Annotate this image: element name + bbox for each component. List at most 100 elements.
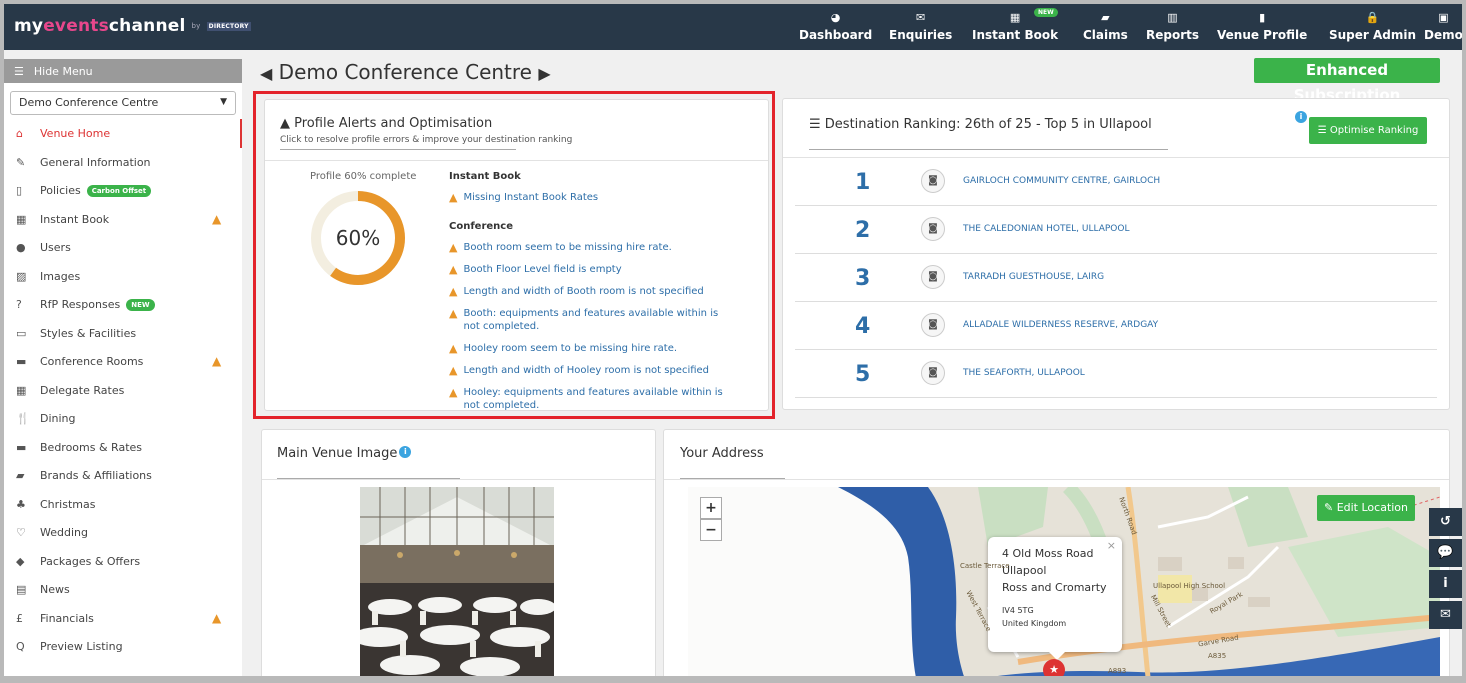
nav-claims[interactable]: ▰ Claims bbox=[1083, 4, 1128, 50]
cutlery-icon: 🍴 bbox=[16, 412, 30, 425]
pound-icon: £ bbox=[16, 611, 23, 625]
edit-location-button[interactable]: ✎ Edit Location bbox=[1317, 495, 1415, 521]
optimise-ranking-label: Optimise Ranking bbox=[1329, 125, 1419, 136]
sidebar-item-brands-affiliations[interactable]: ▰ Brands & Affiliations bbox=[4, 461, 242, 490]
venue-photo[interactable] bbox=[360, 487, 554, 676]
sidebar-item-preview-listing[interactable]: Q Preview Listing bbox=[4, 632, 242, 661]
alert-item[interactable]: ▲ Length and width of Booth room is not s… bbox=[449, 285, 749, 299]
map-marker-icon[interactable]: ★ bbox=[1043, 659, 1065, 676]
alert-item[interactable]: ▲ Booth: equipments and features availabl… bbox=[449, 307, 749, 333]
ranking-venue-link[interactable]: ALLADALE WILDERNESS RESERVE, ARDGAY bbox=[963, 320, 1158, 330]
sidebar-item-label: Dining bbox=[40, 412, 76, 425]
title-underline bbox=[809, 149, 1168, 150]
chevron-down-icon: ▼ bbox=[220, 97, 227, 107]
address-popup: × 4 Old Moss Road Ullapool Ross and Crom… bbox=[988, 537, 1122, 652]
sidebar-item-users[interactable]: ● Users bbox=[4, 233, 242, 262]
hide-menu-button[interactable]: ☰ Hide Menu bbox=[4, 59, 242, 83]
sidebar-item-venue-home[interactable]: ⌂ Venue Home bbox=[4, 119, 242, 148]
hide-menu-label: Hide Menu bbox=[33, 65, 93, 78]
sidebar-item-packages-offers[interactable]: ◆ Packages & Offers bbox=[4, 547, 242, 576]
sidebar-item-financials[interactable]: £ Financials ▲ bbox=[4, 604, 242, 633]
history-icon[interactable]: ↺ bbox=[1429, 508, 1462, 536]
nav-label: Instant Book bbox=[972, 28, 1059, 42]
alert-item[interactable]: ▲ Hooley: equipments and features availab… bbox=[449, 386, 749, 410]
main-venue-image-card: Main Venue Image i bbox=[261, 429, 656, 676]
sidebar-item-delegate-rates[interactable]: ▦ Delegate Rates bbox=[4, 376, 242, 405]
sidebar-item-policies[interactable]: ▯ Policies Carbon Offset bbox=[4, 176, 242, 205]
zoom-out-button[interactable]: − bbox=[700, 519, 722, 541]
nav-label: Super Admin bbox=[1329, 28, 1417, 42]
nav-reports[interactable]: ▥ Reports bbox=[1146, 4, 1199, 50]
divider bbox=[262, 479, 655, 480]
sidebar-item-bedrooms-rates[interactable]: ▬ Bedrooms & Rates bbox=[4, 433, 242, 462]
subscription-badge[interactable]: Enhanced Subscription bbox=[1254, 58, 1440, 104]
sidebar-item-dining[interactable]: 🍴 Dining bbox=[4, 404, 242, 433]
alert-item-text: Hooley room seem to be missing hire rate… bbox=[463, 343, 678, 354]
nav-label: Demo bbox=[1424, 28, 1462, 42]
sidebar-item-label: Instant Book bbox=[40, 212, 110, 226]
info-icon[interactable]: i bbox=[1429, 570, 1462, 598]
profile-alerts-card: ▲ Profile Alerts and Optimisation Click … bbox=[264, 99, 769, 411]
close-icon[interactable]: × bbox=[1107, 539, 1116, 552]
home-icon: ⌂ bbox=[16, 127, 23, 140]
logo-text-accent: events bbox=[43, 16, 109, 36]
address-title: Your Address bbox=[680, 446, 764, 461]
ranking-venue-link[interactable]: THE CALEDONIAN HOTEL, ULLAPOOL bbox=[963, 224, 1129, 234]
alert-item[interactable]: ▲ Hooley room seem to be missing hire rat… bbox=[449, 342, 749, 356]
info-icon[interactable]: i bbox=[399, 446, 412, 458]
location-map[interactable]: + − ✎ Edit Location × 4 Old Moss Road Ul… bbox=[688, 487, 1440, 676]
book-icon: ▰ bbox=[1101, 11, 1110, 24]
calendar-icon: ▦ bbox=[16, 212, 27, 226]
newspaper-icon: ▤ bbox=[16, 583, 27, 596]
alert-item[interactable]: ▲ Missing Instant Book Rates bbox=[449, 191, 749, 205]
sidebar-item-conference-rooms[interactable]: ▬ Conference Rooms ▲ bbox=[4, 347, 242, 376]
chat-icon[interactable]: 💬 bbox=[1429, 539, 1462, 567]
camera-icon: ◙ bbox=[921, 169, 945, 193]
mail-icon[interactable]: ✉ bbox=[1429, 601, 1462, 629]
app-logo[interactable]: myeventschannel by DIRECTORY bbox=[14, 16, 251, 36]
warning-icon: ▲ bbox=[449, 241, 458, 254]
nav-super-admin[interactable]: 🔒 Super Admin bbox=[1329, 4, 1416, 50]
alert-item[interactable]: ▲ Booth room seem to be missing hire rate… bbox=[449, 241, 749, 255]
sidebar-item-christmas[interactable]: ♣ Christmas bbox=[4, 490, 242, 519]
sidebar-item-images[interactable]: ▨ Images bbox=[4, 262, 242, 291]
sidebar-item-general-information[interactable]: ✎ General Information bbox=[4, 148, 242, 177]
zoom-in-button[interactable]: + bbox=[700, 497, 722, 519]
sidebar-pill: Carbon Offset bbox=[86, 185, 152, 197]
sidebar-item-wedding[interactable]: ♡ Wedding bbox=[4, 518, 242, 547]
profile-complete-label: Profile 60% complete bbox=[310, 171, 417, 182]
nav-demo[interactable]: ▣ Demo bbox=[1424, 4, 1462, 50]
ranking-venue-link[interactable]: THE SEAFORTH, ULLAPOOL bbox=[963, 368, 1085, 378]
arrow-right-circle-icon[interactable]: ▶ bbox=[538, 64, 550, 83]
sidebar-item-styles-facilities[interactable]: ▭ Styles & Facilities bbox=[4, 319, 242, 348]
nav-venue-profile[interactable]: ▮ Venue Profile bbox=[1217, 4, 1307, 50]
camera-icon: ◙ bbox=[921, 265, 945, 289]
sidebar-item-news[interactable]: ▤ News bbox=[4, 575, 242, 604]
arrow-left-circle-icon[interactable]: ◀ bbox=[260, 64, 272, 83]
alert-item[interactable]: ▲ Booth Floor Level field is empty bbox=[449, 263, 749, 277]
sidebar-item-rfp-responses[interactable]: ? RfP Responses NEW bbox=[4, 290, 242, 319]
venue-select[interactable]: Demo Conference Centre ▼ bbox=[10, 91, 236, 115]
main-image-title-text: Main Venue Image bbox=[277, 446, 398, 461]
alert-item-text: Booth Floor Level field is empty bbox=[463, 264, 622, 275]
main-image-title: Main Venue Image i bbox=[277, 446, 412, 461]
ranking-venue-link[interactable]: GAIRLOCH COMMUNITY CENTRE, GAIRLOCH bbox=[963, 176, 1160, 186]
sidebar-item-label: General Information bbox=[40, 155, 151, 169]
envelope-icon: ✉ bbox=[916, 11, 926, 24]
ranking-venue-link[interactable]: TARRADH GUESTHOUSE, LAIRG bbox=[963, 272, 1104, 282]
user-icon: ▣ bbox=[1438, 11, 1449, 24]
sidebar-item-label: Conference Rooms bbox=[40, 355, 144, 368]
nav-enquiries[interactable]: ✉ Enquiries bbox=[889, 4, 952, 50]
sidebar-item-instant-book[interactable]: ▦ Instant Book ▲ bbox=[4, 205, 242, 234]
alert-item[interactable]: ▲ Length and width of Hooley room is not … bbox=[449, 364, 749, 378]
bed-icon: ▬ bbox=[16, 440, 27, 454]
address-country: United Kingdom bbox=[1002, 619, 1067, 628]
info-icon[interactable]: i bbox=[1295, 111, 1307, 123]
nav-instant-book[interactable]: ▦ Instant Book NEW bbox=[972, 4, 1058, 50]
warning-icon: ▲ bbox=[449, 386, 458, 399]
nav-dashboard[interactable]: ◕ Dashboard bbox=[799, 4, 872, 50]
rank-number: 3 bbox=[855, 266, 871, 291]
search-icon: Q bbox=[16, 640, 25, 653]
lock-icon: 🔒 bbox=[1365, 11, 1380, 24]
optimise-ranking-button[interactable]: ☰ Optimise Ranking bbox=[1309, 117, 1427, 144]
